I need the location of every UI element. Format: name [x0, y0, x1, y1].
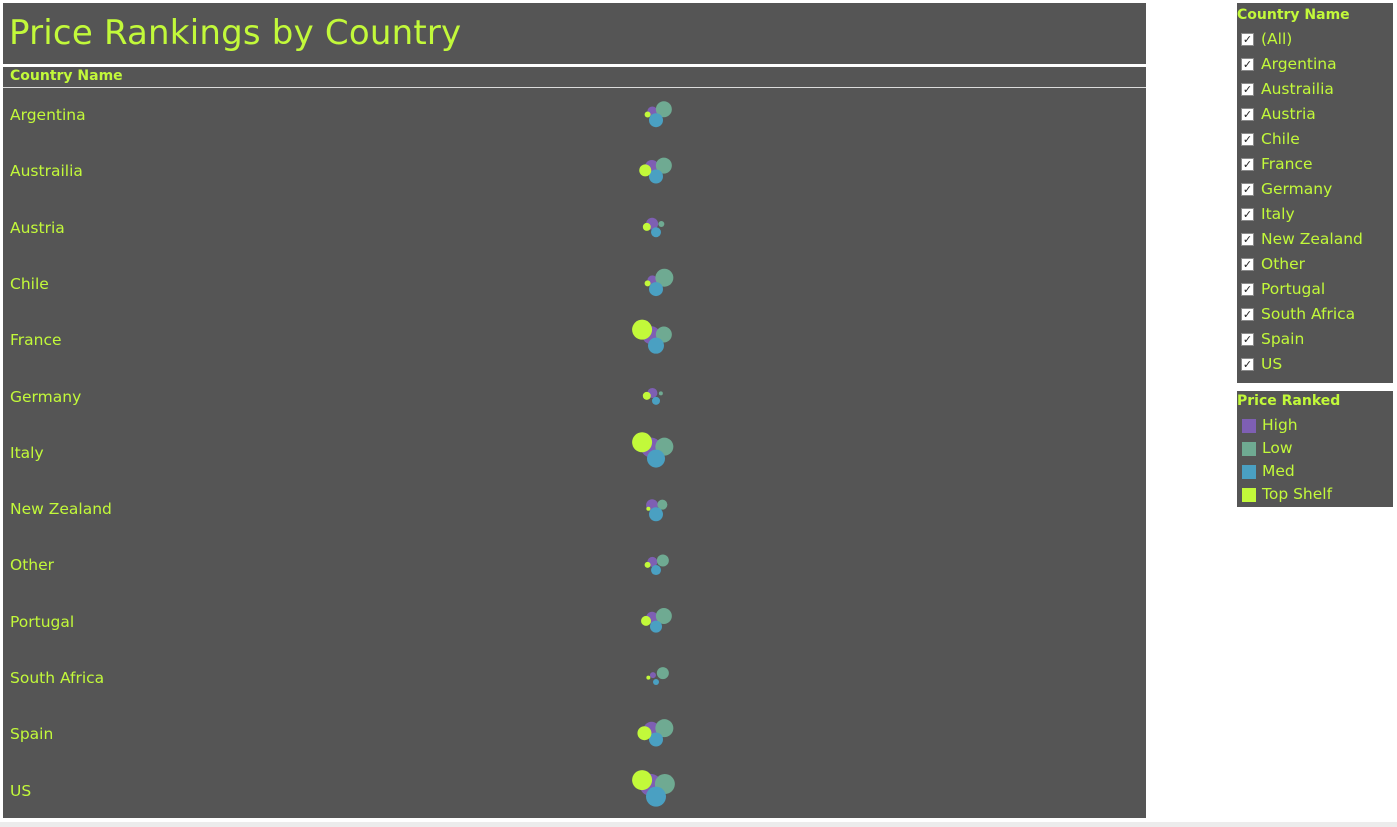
bubble-med[interactable]: [646, 786, 666, 807]
country-filter: Country Name ✓ (All) ✓ Argentina ✓ Austrailia…: [1237, 3, 1393, 383]
filter-item[interactable]: ✓ Chile: [1241, 130, 1391, 152]
filter-item-label: Germany: [1261, 180, 1333, 198]
bubble-top-shelf[interactable]: [642, 222, 651, 231]
checkbox[interactable]: ✓: [1241, 283, 1254, 296]
bubble-med[interactable]: [651, 565, 661, 576]
filter-item[interactable]: ✓ France: [1241, 155, 1391, 177]
legend-swatch: [1242, 488, 1256, 502]
filter-item-label: (All): [1261, 30, 1293, 48]
filter-item[interactable]: ✓ US: [1241, 355, 1391, 377]
legend-swatch: [1242, 419, 1256, 433]
legend-item[interactable]: Top Shelf: [1242, 485, 1392, 505]
bubble-top-shelf[interactable]: [646, 506, 651, 511]
filter-item-label: Spain: [1261, 330, 1305, 348]
legend-title: Price Ranked: [1237, 393, 1341, 409]
bottom-strip: [0, 822, 1397, 827]
filter-item[interactable]: ✓ (All): [1241, 30, 1391, 52]
checkbox[interactable]: ✓: [1241, 183, 1254, 196]
checkbox[interactable]: ✓: [1241, 258, 1254, 271]
bubble-med[interactable]: [648, 337, 664, 354]
bubble-low[interactable]: [658, 221, 665, 228]
bubble-med[interactable]: [649, 507, 663, 522]
bubble-med[interactable]: [649, 113, 663, 128]
filter-item-label: Italy: [1261, 205, 1295, 223]
price-legend: Price Ranked High Low Med Top Shelf: [1237, 391, 1393, 507]
bubble-med[interactable]: [647, 449, 665, 468]
filter-item-label: Austrailia: [1261, 80, 1334, 98]
bubble-top-shelf[interactable]: [632, 432, 653, 453]
checkbox[interactable]: ✓: [1241, 333, 1254, 346]
page-title: Price Rankings by Country: [9, 13, 462, 53]
bubble-chart: [632, 101, 675, 807]
bubble-low[interactable]: [656, 667, 669, 680]
legend-item[interactable]: Low: [1242, 439, 1392, 459]
legend-item-label: Top Shelf: [1262, 485, 1333, 503]
bubble-top-shelf[interactable]: [644, 280, 651, 287]
filter-item[interactable]: ✓ Austrailia: [1241, 80, 1391, 102]
bubble-med[interactable]: [652, 396, 660, 405]
checkbox[interactable]: ✓: [1241, 158, 1254, 171]
checkbox[interactable]: ✓: [1241, 308, 1254, 321]
legend-swatch: [1242, 465, 1256, 479]
filter-item[interactable]: ✓ Austria: [1241, 105, 1391, 127]
bubble-low[interactable]: [658, 391, 663, 396]
filter-item[interactable]: ✓ Argentina: [1241, 55, 1391, 77]
checkbox[interactable]: ✓: [1241, 108, 1254, 121]
legend-item[interactable]: High: [1242, 416, 1392, 436]
checkbox[interactable]: ✓: [1241, 83, 1254, 96]
legend-item[interactable]: Med: [1242, 462, 1392, 482]
checkbox[interactable]: ✓: [1241, 233, 1254, 246]
checkbox[interactable]: ✓: [1241, 208, 1254, 221]
bubble-med[interactable]: [653, 679, 659, 686]
filter-item[interactable]: ✓ Italy: [1241, 205, 1391, 227]
filter-item[interactable]: ✓ New Zealand: [1241, 230, 1391, 252]
bubble-high[interactable]: [649, 672, 656, 679]
filter-item-label: Other: [1261, 255, 1306, 273]
filter-item-label: New Zealand: [1261, 230, 1363, 248]
bubble-med[interactable]: [650, 620, 662, 633]
bubble-top-shelf[interactable]: [637, 726, 652, 741]
filter-title: Country Name: [1237, 7, 1350, 23]
chart-panel: Country Name Argentina Austrailia Austria C…: [3, 67, 1146, 818]
filter-item-label: Argentina: [1261, 55, 1337, 73]
filter-item-label: Austria: [1261, 105, 1316, 123]
bubble-top-shelf[interactable]: [646, 675, 651, 680]
legend-item-label: Med: [1262, 462, 1295, 480]
filter-item-label: France: [1261, 155, 1313, 173]
bubble-low[interactable]: [656, 554, 669, 567]
bubble-top-shelf[interactable]: [641, 615, 652, 626]
checkbox[interactable]: ✓: [1241, 33, 1254, 46]
title-bar: Price Rankings by Country: [3, 3, 1146, 64]
filter-item[interactable]: ✓ Spain: [1241, 330, 1391, 352]
bubble-med[interactable]: [651, 227, 661, 238]
filter-item[interactable]: ✓ Portugal: [1241, 280, 1391, 302]
checkbox[interactable]: ✓: [1241, 358, 1254, 371]
filter-item[interactable]: ✓ South Africa: [1241, 305, 1391, 327]
legend-item-label: Low: [1262, 439, 1293, 457]
legend-item-label: High: [1262, 416, 1298, 434]
checkbox[interactable]: ✓: [1241, 58, 1254, 71]
filter-item[interactable]: ✓ Other: [1241, 255, 1391, 277]
checkbox[interactable]: ✓: [1241, 133, 1254, 146]
filter-item-label: US: [1261, 355, 1283, 373]
bubble-top-shelf[interactable]: [644, 111, 651, 118]
filter-item[interactable]: ✓ Germany: [1241, 180, 1391, 202]
filter-item-label: Portugal: [1261, 280, 1326, 298]
bubble-top-shelf[interactable]: [632, 770, 653, 791]
bubble-top-shelf[interactable]: [642, 391, 651, 400]
bubble-med[interactable]: [649, 282, 663, 297]
legend-swatch: [1242, 442, 1256, 456]
bubble-top-shelf[interactable]: [632, 319, 653, 340]
bubble-top-shelf[interactable]: [639, 164, 652, 177]
bubble-top-shelf[interactable]: [644, 561, 651, 568]
filter-item-label: Chile: [1261, 130, 1300, 148]
filter-item-label: South Africa: [1261, 305, 1356, 323]
